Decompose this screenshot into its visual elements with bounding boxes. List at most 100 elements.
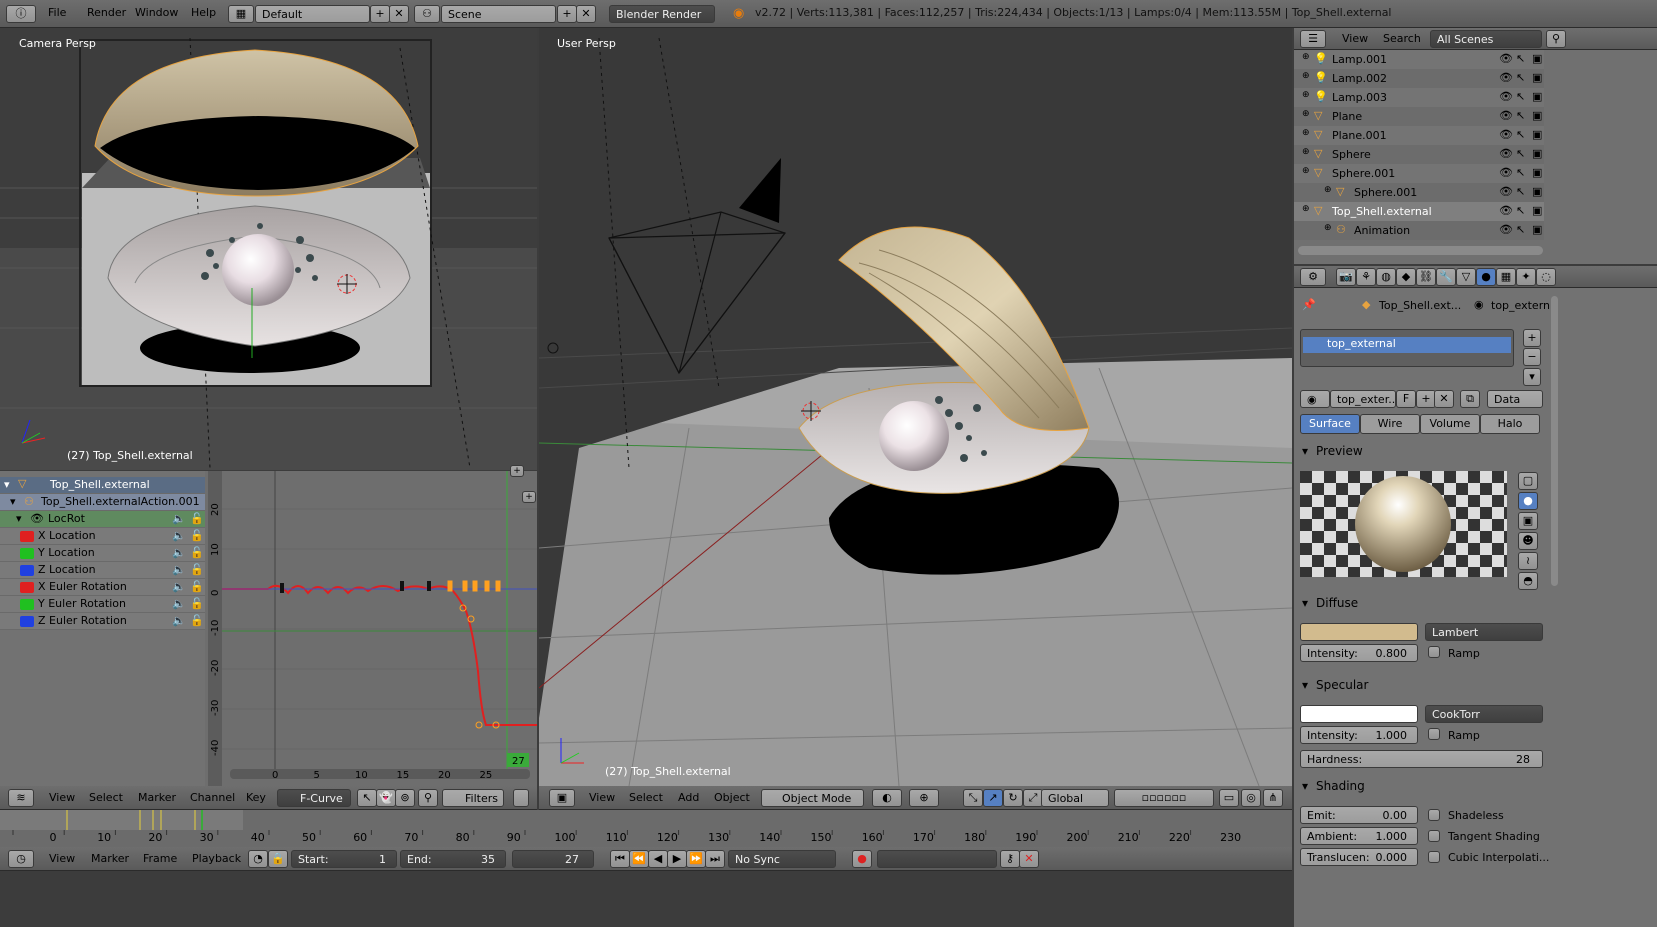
channel-row[interactable]: Y Euler Rotation 🔈 🔓 (0, 596, 205, 613)
select-icon[interactable]: ↖ (1516, 223, 1525, 236)
diffuse-ramp-checkbox[interactable] (1428, 646, 1440, 658)
menu-render[interactable]: Render (87, 6, 126, 19)
tangent-checkbox[interactable] (1428, 830, 1440, 842)
layout-icon[interactable]: ▦ (228, 5, 254, 23)
scene-icon[interactable]: ⚇ (414, 5, 440, 23)
expand-icon[interactable]: ⊕ (1302, 71, 1310, 81)
expand-icon[interactable]: ⊕ (1302, 166, 1310, 176)
render-icon[interactable]: ▣ (1532, 90, 1542, 103)
mute-icon[interactable]: 🔈 (172, 563, 186, 576)
timeline-editor-icon[interactable]: ◷ (8, 850, 34, 868)
expand-icon[interactable]: ⊕ (1324, 185, 1332, 195)
visibility-icon[interactable]: 👁 (1499, 71, 1513, 84)
render-icon[interactable]: ▣ (1532, 52, 1542, 65)
end-frame-field[interactable]: End: 35 (400, 850, 506, 868)
outliner-item[interactable]: ⊕ ▽ Sphere 👁 ↖ ▣ (1294, 145, 1544, 164)
expand-icon[interactable]: ⊕ (1302, 52, 1310, 62)
visibility-icon[interactable]: 👁 (1499, 128, 1513, 141)
expand-icon[interactable]: ⊕ (1302, 109, 1310, 119)
channel-color-icon[interactable] (20, 599, 34, 610)
channel-row[interactable]: Z Location 🔈 🔓 (0, 562, 205, 579)
hardness-field[interactable]: Hardness: 28 (1300, 750, 1543, 768)
snap-icon[interactable]: ⋔ (1263, 789, 1283, 807)
viewport-menu-view[interactable]: View (589, 791, 615, 804)
visibility-icon[interactable]: 👁 (1499, 109, 1513, 122)
only-selected-icon[interactable]: ↖ (357, 789, 377, 807)
material-link-select[interactable]: Data (1487, 390, 1543, 408)
viewport-menu-object[interactable]: Object (714, 791, 750, 804)
timeline-menu-playback[interactable]: Playback (192, 852, 241, 865)
play-icon[interactable]: ▶ (667, 850, 687, 868)
diffuse-panel-header[interactable]: ▾ Diffuse (1294, 596, 1554, 616)
tab-surface[interactable]: Surface (1300, 414, 1360, 434)
scene-field[interactable]: Scene (441, 5, 556, 23)
shading-panel-header[interactable]: ▾ Shading (1294, 779, 1554, 799)
render-icon[interactable]: ▣ (1532, 71, 1542, 84)
menu-file[interactable]: File (48, 6, 66, 19)
render-engine-select[interactable]: Blender Render (609, 5, 715, 23)
normalize-toggle[interactable] (513, 789, 529, 807)
slot-specials-icon[interactable]: ▾ (1523, 368, 1541, 386)
channel-color-icon[interactable] (20, 531, 34, 542)
remove-slot-icon[interactable]: − (1523, 348, 1541, 366)
cubic-checkbox[interactable] (1428, 851, 1440, 863)
mute-icon[interactable]: 🔈 (172, 546, 186, 559)
visibility-icon[interactable]: 👁 (1499, 204, 1513, 217)
select-icon[interactable]: ↖ (1516, 204, 1525, 217)
view3d-editor-icon[interactable]: ▣ (549, 789, 575, 807)
expand-icon[interactable]: ▾ (16, 512, 22, 525)
keying-set-field[interactable] (877, 850, 997, 868)
channel-color-icon[interactable] (20, 548, 34, 559)
ghost-icon[interactable]: 👻 (376, 789, 396, 807)
material-tab-icon[interactable]: ● (1476, 268, 1496, 286)
layout-field[interactable]: Default (255, 5, 370, 23)
visibility-icon[interactable]: 👁 (1499, 223, 1513, 236)
channel-color-icon[interactable] (20, 616, 34, 627)
timeline-menu-view[interactable]: View (49, 852, 75, 865)
expand-icon[interactable]: ⊕ (1302, 147, 1310, 157)
diffuse-color-swatch[interactable] (1300, 623, 1418, 641)
object-mode-select[interactable]: Object Mode (761, 789, 864, 807)
outliner-search-icon[interactable]: ⚲ (1546, 30, 1566, 48)
expand-icon[interactable]: ▾ (10, 495, 16, 508)
select-icon[interactable]: ↖ (1516, 71, 1525, 84)
channel-row[interactable]: Y Location 🔈 🔓 (0, 545, 205, 562)
render-preview-icon[interactable]: ▭ (1219, 789, 1239, 807)
remove-layout-icon[interactable]: ✕ (389, 5, 409, 23)
render-icon[interactable]: ▣ (1532, 204, 1542, 217)
add-layout-icon[interactable]: + (370, 5, 390, 23)
emit-field[interactable]: Emit: 0.00 (1300, 806, 1418, 824)
lock-icon[interactable]: 🔓 (190, 512, 204, 525)
select-icon[interactable]: ↖ (1516, 147, 1525, 160)
rotate-icon[interactable]: ↻ (1003, 789, 1023, 807)
graph-menu-select[interactable]: Select (89, 791, 123, 804)
specular-shader-select[interactable]: CookTorr (1425, 705, 1543, 723)
pin-icon[interactable]: 📌 (1302, 298, 1316, 311)
properties-scrollbar[interactable] (1551, 296, 1558, 586)
remove-scene-icon[interactable]: ✕ (576, 5, 596, 23)
visibility-icon[interactable]: 👁 (1499, 147, 1513, 160)
graph-area[interactable]: 27 20 10 0 -10 -20 -30 -40 0 5 10 15 20 25 (208, 471, 537, 786)
channel-row[interactable]: Z Euler Rotation 🔈 🔓 (0, 613, 205, 630)
expand-icon[interactable]: ⊕ (1302, 128, 1310, 138)
pivot-point-icon[interactable]: ⊚ (395, 789, 415, 807)
preview-flat-icon[interactable]: ▢ (1518, 472, 1538, 490)
outliner-editor-icon[interactable]: ☰ (1300, 30, 1326, 48)
channel-object[interactable]: ▾ ▽ Top_Shell.external (0, 477, 205, 494)
viewport-shading-icon[interactable]: ◐ (872, 789, 902, 807)
world-tab-icon[interactable]: ◍ (1376, 268, 1396, 286)
diffuse-intensity-field[interactable]: Intensity: 0.800 (1300, 644, 1418, 662)
timeline-menu-frame[interactable]: Frame (143, 852, 177, 865)
render-icon[interactable]: ▣ (1532, 223, 1542, 236)
channel-color-icon[interactable] (20, 565, 34, 576)
viewport-menu-select[interactable]: Select (629, 791, 663, 804)
outliner-filter-select[interactable]: All Scenes (1430, 30, 1542, 48)
layers-icon[interactable]: ▫▫▫▫▫▫ (1114, 789, 1214, 807)
modifier-tab-icon[interactable]: 🔧 (1436, 268, 1456, 286)
sync-select[interactable]: No Sync (728, 850, 836, 868)
outliner-item[interactable]: ⊕ 💡 Lamp.002 👁 ↖ ▣ (1294, 69, 1544, 88)
channel-action[interactable]: ▾ ⚇ Top_Shell.externalAction.001 (0, 494, 205, 511)
visibility-icon[interactable]: 👁 (1499, 52, 1513, 65)
render-icon[interactable]: ▣ (1532, 109, 1542, 122)
graph-menu-marker[interactable]: Marker (138, 791, 176, 804)
